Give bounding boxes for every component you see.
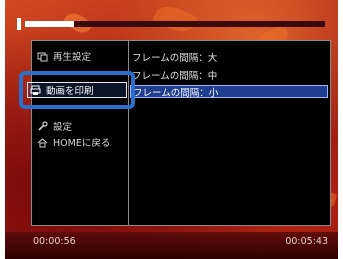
progress-knob[interactable] — [17, 18, 21, 30]
video-player-screen: 再生設定 設定 HOMEに戻る フレームの間隔：大 フレームの間隔：中 フレーム… — [5, 0, 338, 259]
frame-interval-large-option[interactable]: フレームの間隔：大 — [130, 50, 328, 64]
progress-fill — [25, 21, 74, 27]
menu-item-print-video[interactable]: 動画を印刷 — [27, 82, 127, 98]
menu-item-label: HOMEに戻る — [53, 138, 111, 149]
menu-item-settings[interactable]: 設定 — [37, 119, 72, 133]
total-time: 00:05:43 — [285, 236, 328, 247]
background-leaf — [152, 0, 198, 38]
print-video-icon — [30, 85, 41, 96]
option-label: フレームの間隔：小 — [133, 87, 219, 99]
current-time: 00:00:56 — [33, 236, 76, 247]
wrench-icon — [37, 120, 48, 132]
menu-divider — [128, 41, 129, 225]
progress-track[interactable] — [25, 21, 325, 27]
print-menu-panel: 再生設定 設定 HOMEに戻る フレームの間隔：大 フレームの間隔：中 フレーム… — [31, 40, 331, 226]
option-label: フレームの間隔：大 — [132, 52, 218, 64]
menu-item-home[interactable]: HOMEに戻る — [37, 135, 110, 149]
menu-item-playback-settings[interactable]: 再生設定 — [37, 49, 91, 63]
home-icon — [37, 137, 48, 148]
frame-interval-small-option[interactable]: フレームの間隔：小 — [130, 85, 328, 99]
frame-interval-medium-option[interactable]: フレームの間隔：中 — [130, 68, 328, 82]
menu-item-label: 動画を印刷 — [46, 86, 94, 97]
playback-bar: 00:00:56 00:05:43 — [5, 232, 338, 259]
menu-item-label: 再生設定 — [53, 52, 92, 63]
option-label: フレームの間隔：中 — [132, 70, 218, 82]
callout-highlight: 動画を印刷 — [19, 71, 135, 109]
menu-item-label: 設定 — [53, 122, 73, 133]
playback-settings-icon — [37, 51, 48, 62]
